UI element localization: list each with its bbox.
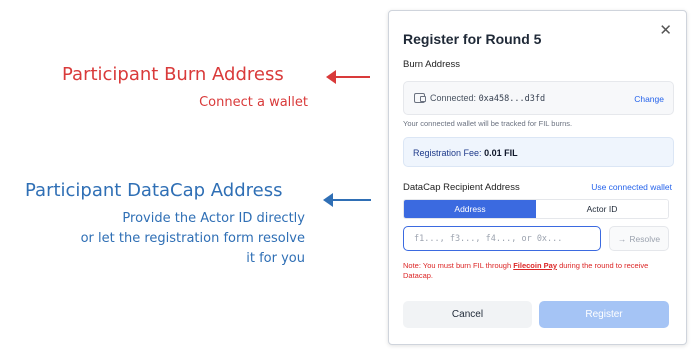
datacap-annotation-title: Participant DataCap Address: [25, 180, 283, 201]
burn-arrow: [326, 70, 370, 84]
burn-tracking-hint: Your connected wallet will be tracked fo…: [403, 119, 573, 128]
wallet-icon: [414, 93, 426, 103]
datacap-annotation-line-3: it for you: [246, 251, 305, 266]
registration-fee: Registration Fee: 0.01 FIL: [413, 148, 518, 158]
datacap-address-input[interactable]: [403, 226, 601, 251]
arrow-right-icon: →: [617, 233, 627, 244]
close-icon[interactable]: ✕: [659, 23, 672, 39]
resolve-label: Resolve: [629, 233, 661, 244]
datacap-annotation-line-1: Provide the Actor ID directly: [122, 211, 305, 226]
wallet-status: Connected: 0xa458...d3fd: [430, 93, 545, 104]
burn-note: Note: You must burn FIL through Filecoin…: [403, 261, 678, 281]
filecoin-pay-link[interactable]: Filecoin Pay: [513, 261, 557, 270]
change-wallet-link[interactable]: Change: [634, 94, 664, 104]
burn-annotation-subtitle: Connect a wallet: [199, 95, 308, 110]
address-type-tabs: Address Actor ID: [403, 199, 669, 219]
tab-actor-id[interactable]: Actor ID: [536, 200, 668, 218]
datacap-annotation-line-2: or let the registration form resolve: [80, 231, 305, 246]
note-prefix: Note: You must burn FIL through: [403, 261, 512, 270]
register-button[interactable]: Register: [539, 301, 669, 328]
register-modal: Register for Round 5 ✕ Burn Address Conn…: [388, 10, 687, 345]
datacap-recipient-label: DataCap Recipient Address: [403, 182, 520, 193]
datacap-arrow: [323, 193, 371, 207]
wallet-status-text: Connected:: [430, 93, 477, 103]
burn-address-label: Burn Address: [403, 59, 461, 70]
registration-fee-box: Registration Fee: 0.01 FIL: [403, 137, 674, 167]
fee-label: Registration Fee:: [413, 148, 482, 158]
use-connected-wallet-link[interactable]: Use connected wallet: [591, 182, 672, 192]
wallet-connection-box: Connected: 0xa458...d3fd Change: [403, 81, 674, 115]
tab-address[interactable]: Address: [404, 200, 536, 218]
fee-amount: 0.01 FIL: [484, 148, 518, 158]
wallet-address: 0xa458...d3fd: [478, 94, 546, 104]
burn-annotation-title: Participant Burn Address: [62, 64, 284, 85]
modal-title: Register for Round 5: [403, 31, 542, 47]
resolve-button[interactable]: → Resolve: [609, 226, 669, 251]
cancel-button[interactable]: Cancel: [403, 301, 532, 328]
